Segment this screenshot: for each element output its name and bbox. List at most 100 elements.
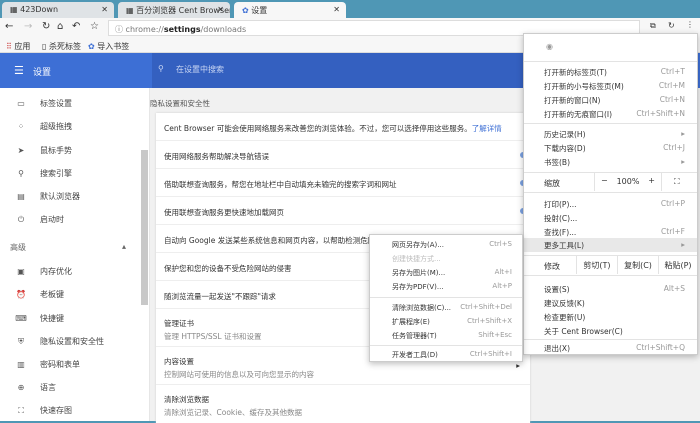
bookmark-label: 杀死标签 bbox=[48, 42, 81, 51]
menu-item-settings[interactable]: 设置(S) Alt+S bbox=[524, 282, 697, 296]
shortcut: Alt+S bbox=[663, 284, 685, 293]
sidebar-item-tabs[interactable]: ▭ 标签设置 bbox=[14, 98, 72, 109]
bookmark-label: 应用 bbox=[14, 42, 31, 51]
menu-item-feedback[interactable]: 建议反馈(K) bbox=[524, 296, 697, 310]
sidebar-scrollbar[interactable] bbox=[141, 150, 148, 305]
menu-item-cast[interactable]: 投射(C)... bbox=[524, 211, 697, 225]
bookmark-import[interactable]: ✿ 导入书签 bbox=[88, 41, 129, 52]
search-icon: ⚲ bbox=[158, 64, 164, 73]
submenu-item-save-page[interactable]: 网页另存为(A)... Ctrl+S bbox=[370, 238, 522, 252]
back-icon[interactable]: ← bbox=[5, 21, 13, 32]
keyboard-icon: ⌨ bbox=[15, 314, 27, 323]
setting-row[interactable]: 使用联想查询服务更快速地加载网页 bbox=[156, 197, 530, 225]
sidebar-item-passwords[interactable]: ▥ 密码和表单 bbox=[14, 359, 80, 370]
menu-item-label: 更多工具(L) bbox=[544, 241, 585, 250]
intro-text: Cent Browser 可能会使用网络服务来改善您的浏览体验。不过，您可以选择… bbox=[164, 124, 472, 133]
sidebar-item-drag[interactable]: ⁘ 超级拖拽 bbox=[14, 121, 72, 132]
tab-423down[interactable]: ▦ 423Down ✕ bbox=[2, 2, 114, 18]
submenu-item-task-manager[interactable]: 任务管理器(T) Shift+Esc bbox=[370, 329, 522, 343]
sidebar-item-gestures[interactable]: ➤ 鼠标手势 bbox=[14, 145, 72, 156]
setting-row[interactable]: 清除浏览数据 清除浏览记录、Cookie、缓存及其他数据 bbox=[156, 385, 530, 423]
sidebar-item-label: 老板键 bbox=[40, 290, 64, 299]
close-icon[interactable]: ✕ bbox=[217, 5, 224, 14]
menu-item-find[interactable]: 查找(F)... Ctrl+F bbox=[524, 225, 697, 239]
bookmark-kill-tabs[interactable]: ▯ 杀死标签 bbox=[42, 41, 81, 52]
menu-item-exit[interactable]: 退出(X) Ctrl+Shift+Q bbox=[524, 341, 697, 355]
submenu-item-create-shortcut: 创建快捷方式... bbox=[370, 252, 522, 266]
setting-row[interactable]: 借助联想查询服务，帮您在地址栏中自动填充未输完的搜索字词和网址 bbox=[156, 169, 530, 197]
undo-icon[interactable]: ↶ bbox=[72, 21, 80, 32]
sidebar-item-shortcuts[interactable]: ⌨ 快捷键 bbox=[14, 313, 64, 324]
menu-item-new-alt-tab[interactable]: 打开新的小号标签页(M) Ctrl+M bbox=[524, 79, 697, 93]
shortcut: Shift+Esc bbox=[478, 331, 512, 339]
sidebar-advanced-toggle[interactable]: 高级 ▴ bbox=[10, 242, 126, 253]
learn-more-link[interactable]: 了解详情 bbox=[472, 124, 502, 133]
extension-icon[interactable]: ⧉ bbox=[650, 21, 656, 31]
reload-extension-icon[interactable]: ↻ bbox=[668, 21, 675, 30]
menu-item-new-window[interactable]: 打开新的窗口(N) Ctrl+N bbox=[524, 93, 697, 107]
chevron-right-icon: ▸ bbox=[681, 240, 685, 249]
menu-item-new-tab[interactable]: 打开新的标签页(T) Ctrl+T bbox=[524, 65, 697, 79]
cursor-icon: ➤ bbox=[17, 146, 25, 155]
clipboard-icon: ▥ bbox=[17, 360, 25, 369]
zoom-in-button[interactable]: + bbox=[648, 176, 655, 185]
menu-item-label: 任务管理器(T) bbox=[392, 332, 437, 340]
menu-item-history[interactable]: 历史记录(H) ▸ bbox=[524, 127, 697, 141]
url-bold: settings bbox=[163, 25, 201, 34]
setting-row[interactable]: 使用网络服务帮助解决导航错误 bbox=[156, 141, 530, 169]
page-icon: ▯ bbox=[42, 42, 47, 51]
sidebar-item-privacy[interactable]: ⛨ 隐私设置和安全性 bbox=[14, 336, 104, 347]
reload-icon[interactable]: ↻ bbox=[42, 21, 50, 32]
copy-button[interactable]: 复制(C) bbox=[617, 256, 658, 274]
submenu-item-extensions[interactable]: 扩展程序(E) Ctrl+Shift+X bbox=[370, 315, 522, 329]
menu-item-label: 网页另存为(A)... bbox=[392, 241, 444, 249]
fullscreen-icon[interactable]: ⛶ bbox=[674, 177, 680, 187]
submenu-item-devtools[interactable]: 开发者工具(D) Ctrl+Shift+I bbox=[370, 348, 522, 362]
sidebar-item-default-browser[interactable]: ▤ 默认浏览器 bbox=[14, 191, 80, 202]
url-suffix: /downloads bbox=[200, 25, 247, 34]
menu-item-bookmarks[interactable]: 书签(B) ▸ bbox=[524, 155, 697, 169]
apps-icon: ⠿ bbox=[6, 42, 12, 51]
zoom-out-button[interactable]: − bbox=[601, 176, 608, 185]
cent-logo-icon: ◉ bbox=[546, 42, 553, 51]
sidebar-item-language[interactable]: ⊕ 语言 bbox=[14, 382, 56, 393]
cut-button[interactable]: 剪切(T) bbox=[576, 256, 617, 274]
edit-row: 修改 剪切(T) 复制(C) 粘贴(P) bbox=[524, 256, 697, 275]
submenu-item-save-image[interactable]: 另存为图片(M)... Alt+I bbox=[370, 266, 522, 280]
hamburger-icon[interactable]: ☰ bbox=[14, 64, 24, 77]
row-title: 自动向 Google 发送某些系统信息和网页内容，以帮助检测危险 bbox=[164, 236, 376, 245]
tab-centbrowser[interactable]: ▦ 百分浏览器 Cent Browser ✕ bbox=[118, 2, 230, 18]
bookmark-apps[interactable]: ⠿ 应用 bbox=[6, 41, 30, 52]
sidebar-item-boss-key[interactable]: ⏰ 老板键 bbox=[14, 289, 64, 300]
menu-item-print[interactable]: 打印(P)... Ctrl+P bbox=[524, 197, 697, 211]
star-icon[interactable]: ☆ bbox=[90, 21, 99, 32]
submenu-item-save-pdf[interactable]: 另存为PDF(V)... Alt+P bbox=[370, 280, 522, 294]
sidebar-item-search-engine[interactable]: ⚲ 搜索引擎 bbox=[14, 168, 72, 179]
menu-item-check-update[interactable]: 检查更新(U) bbox=[524, 310, 697, 324]
intro-row: Cent Browser 可能会使用网络服务来改善您的浏览体验。不过，您可以选择… bbox=[156, 113, 530, 141]
menu-item-incognito[interactable]: 打开新的无痕窗口(I) Ctrl+Shift+N bbox=[524, 107, 697, 121]
chip-icon: ▣ bbox=[17, 267, 25, 276]
menu-item-downloads[interactable]: 下载内容(D) Ctrl+J bbox=[524, 141, 697, 155]
menu-item-about[interactable]: 关于 Cent Browser(C) bbox=[524, 324, 697, 338]
sidebar-item-quick-save[interactable]: ⛶ 快速存图 bbox=[14, 405, 72, 416]
menu-item-more-tools[interactable]: 更多工具(L) ▸ bbox=[524, 238, 697, 252]
close-icon[interactable]: ✕ bbox=[333, 5, 340, 14]
tab-settings[interactable]: ✿ 设置 ✕ bbox=[234, 2, 346, 18]
menu-icon[interactable]: ⋮ bbox=[686, 20, 694, 29]
sidebar-item-startup[interactable]: ⏻ 启动时 bbox=[14, 214, 64, 225]
sidebar-item-label: 内存优化 bbox=[40, 267, 72, 276]
submenu-item-clear-data[interactable]: 清除浏览数据(C)... Ctrl+Shift+Del bbox=[370, 301, 522, 315]
close-icon[interactable]: ✕ bbox=[101, 5, 108, 14]
shortcut: Ctrl+Shift+Q bbox=[636, 343, 685, 352]
sidebar-item-label: 快捷键 bbox=[40, 314, 64, 323]
forward-icon[interactable]: → bbox=[24, 21, 32, 32]
chevron-up-icon: ▴ bbox=[122, 242, 127, 251]
paste-button[interactable]: 粘贴(P) bbox=[658, 256, 697, 274]
search-input[interactable]: ⚲ 在设置中搜索 bbox=[152, 53, 524, 88]
home-icon[interactable]: ⌂ bbox=[57, 21, 63, 32]
tab-label: 百分浏览器 Cent Browser bbox=[136, 6, 230, 15]
menu-item-label: 另存为PDF(V)... bbox=[392, 283, 444, 291]
sidebar-item-memory[interactable]: ▣ 内存优化 bbox=[14, 266, 72, 277]
browser-menu: ◉ 打开新的标签页(T) Ctrl+T 打开新的小号标签页(M) Ctrl+M 打开… bbox=[523, 33, 698, 355]
